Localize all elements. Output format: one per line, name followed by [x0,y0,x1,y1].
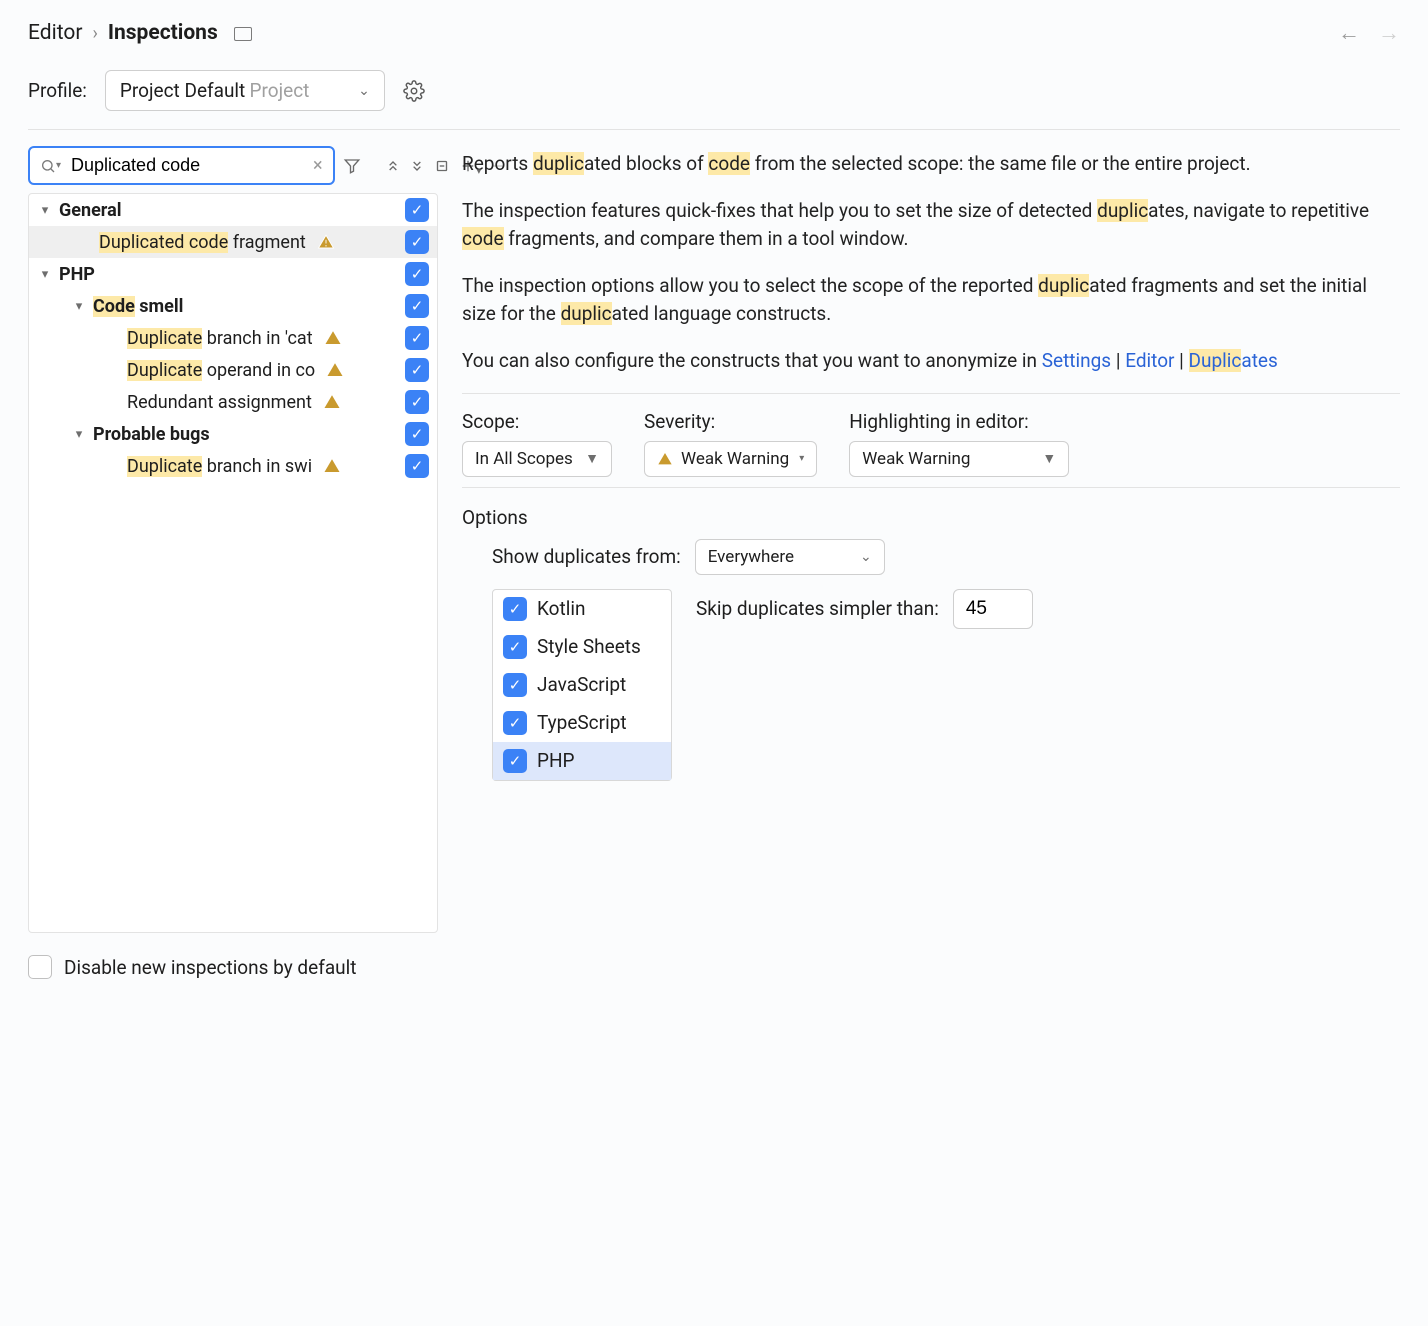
severity-select[interactable]: Weak Warning ▾ [644,441,817,477]
scope-label: Scope: [462,410,612,433]
profile-select[interactable]: Project Default Project ⌄ [105,70,385,111]
checkbox-checked-icon[interactable]: ✓ [503,711,527,735]
language-item-kotlin[interactable]: ✓Kotlin [493,590,671,628]
filter-icon[interactable] [343,152,361,180]
search-box[interactable]: ▾ × [28,146,335,185]
warning-icon [657,451,673,467]
profile-label: Profile: [28,79,87,102]
collapse-all-button[interactable] [409,152,425,180]
language-item-javascript[interactable]: ✓JavaScript [493,666,671,704]
checkbox-checked-icon[interactable]: ✓ [405,198,429,222]
checkbox-checked-icon[interactable]: ✓ [405,294,429,318]
expand-all-button[interactable] [385,152,401,180]
tree-item-duplicated-code-fragment[interactable]: Duplicated code fragment ✓ [29,226,437,258]
checkbox-checked-icon[interactable]: ✓ [503,597,527,621]
duplicates-link[interactable]: Duplicates [1189,349,1278,372]
chevron-down-icon: ⌄ [860,549,872,565]
checkbox-checked-icon[interactable]: ✓ [405,358,429,382]
tree-item[interactable]: Redundant assignment ✓ [29,386,437,418]
inspection-tree[interactable]: ▾General ✓ Duplicated code fragment ✓ //… [28,193,438,933]
chevron-down-icon: ▾ [71,299,87,314]
checkbox-checked-icon[interactable]: ✓ [405,262,429,286]
gear-icon[interactable] [403,80,425,102]
show-duplicates-from-label: Show duplicates from: [492,545,681,568]
language-item-stylesheets[interactable]: ✓Style Sheets [493,628,671,666]
warning-icon [323,328,343,348]
tree-category-php[interactable]: ▾PHP ✓ [29,258,437,290]
skip-duplicates-input[interactable] [953,589,1033,629]
chevron-down-icon: ▾ [71,427,87,442]
clear-search-button[interactable]: × [313,155,323,176]
tree-subcategory-code-smell[interactable]: ▾Code smell ✓ [29,290,437,322]
chevron-right-icon: › [92,23,97,44]
warning-icon [325,360,345,380]
warning-icon [322,456,342,476]
chevron-down-icon: ▾ [37,267,53,282]
checkbox-checked-icon[interactable]: ✓ [503,635,527,659]
checkbox-checked-icon[interactable]: ✓ [405,230,429,254]
checkbox-checked-icon[interactable]: ✓ [503,749,527,773]
inspection-description: Reports duplicated blocks of code from t… [462,150,1400,375]
checkbox-checked-icon[interactable]: ✓ [503,673,527,697]
chevron-down-icon: ▼ [1042,450,1056,467]
checkbox-checked-icon[interactable]: ✓ [405,422,429,446]
chevron-down-icon: ▾ [37,203,53,218]
warning-icon [316,232,336,252]
chevron-down-icon: ▼ [585,450,599,467]
breadcrumb-current: Inspections [108,21,218,45]
search-icon: ▾ [40,158,61,174]
severity-label: Severity: [644,410,817,433]
show-duplicates-from-select[interactable]: Everywhere ⌄ [695,539,885,575]
window-icon[interactable] [234,27,252,41]
highlighting-select[interactable]: Weak Warning ▼ [849,441,1069,477]
disable-new-inspections-label: Disable new inspections by default [64,956,356,979]
editor-link[interactable]: Editor [1125,349,1174,372]
profile-value: Project Default [120,79,245,102]
warning-icon [322,392,342,412]
highlighting-label: Highlighting in editor: [849,410,1069,433]
tree-item[interactable]: Duplicate operand in co ✓ [29,354,437,386]
reset-button[interactable] [433,152,451,180]
language-item-typescript[interactable]: ✓TypeScript [493,704,671,742]
breadcrumb: Editor › Inspections [28,21,252,45]
breadcrumb-parent[interactable]: Editor [28,21,82,45]
tree-item[interactable]: Duplicate branch in swi ✓ [29,450,437,482]
checkbox-checked-icon[interactable]: ✓ [405,454,429,478]
chevron-down-icon: ▾ [799,453,804,464]
tree-category-general[interactable]: ▾General ✓ [29,194,437,226]
tree-subcategory-probable-bugs[interactable]: ▾Probable bugs ✓ [29,418,437,450]
language-list[interactable]: ✓Kotlin ✓Style Sheets ✓JavaScript ✓TypeS… [492,589,672,781]
scope-select[interactable]: In All Scopes ▼ [462,441,612,477]
skip-duplicates-label: Skip duplicates simpler than: [696,597,939,620]
options-title: Options [462,506,1400,529]
settings-link[interactable]: Settings [1042,349,1111,372]
nav-forward-button: → [1378,20,1400,46]
checkbox-checked-icon[interactable]: ✓ [405,390,429,414]
language-item-php[interactable]: ✓PHP [493,742,671,780]
disable-new-inspections-checkbox[interactable] [28,955,52,979]
search-input[interactable] [69,154,305,177]
nav-back-button[interactable]: ← [1338,20,1360,46]
checkbox-checked-icon[interactable]: ✓ [405,326,429,350]
chevron-down-icon: ⌄ [358,83,370,99]
tree-item[interactable]: Duplicate branch in 'cat ✓ [29,322,437,354]
